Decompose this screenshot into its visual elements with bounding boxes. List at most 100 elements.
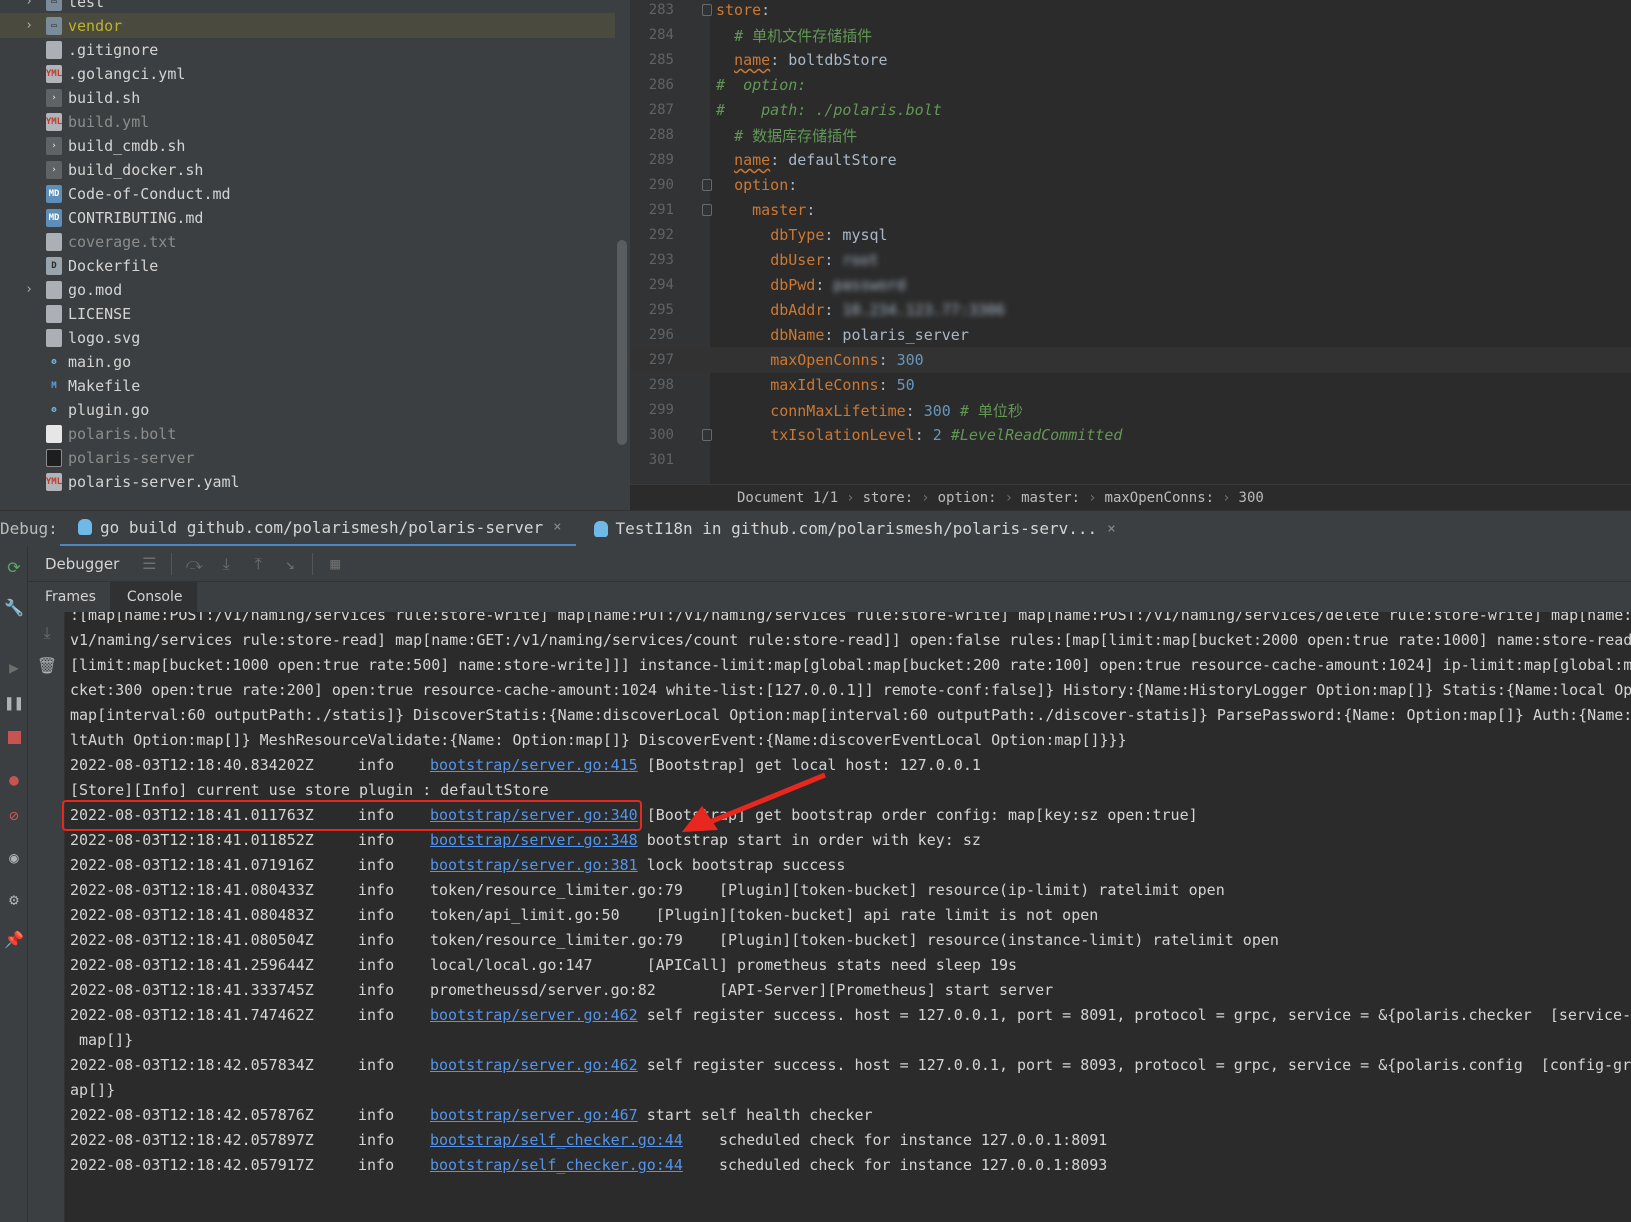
console-output[interactable]: :[map[name:POST:/v1/naming/services rule… (65, 612, 1631, 1222)
chevron-right-icon[interactable]: › (22, 18, 36, 33)
code-line[interactable]: 287 # path: ./polaris.bolt (630, 97, 1631, 123)
code-text: dbType: mysql (770, 226, 888, 244)
tree-item[interactable]: MD Code-of-Conduct.md (0, 181, 615, 206)
source-link[interactable]: bootstrap/server.go:467 (430, 1106, 638, 1124)
source-link[interactable]: bootstrap/server.go:415 (430, 756, 638, 774)
scroll-to-end-icon[interactable]: ⤓ (36, 622, 58, 644)
console-line: [limit:map[bucket:1000 open:true rate:50… (70, 652, 1631, 678)
tree-item[interactable]: YML polaris-server.yaml (0, 469, 615, 494)
debug-session-tab[interactable]: go build github.com/polarismesh/polaris-… (60, 511, 576, 547)
code-line[interactable]: 283 store: (630, 0, 1631, 23)
code-line[interactable]: 288 # 数据库存储插件 (630, 122, 1631, 148)
code-line[interactable]: 298 maxIdleConns: 50 (630, 372, 1631, 398)
stop-icon[interactable] (3, 726, 25, 748)
console-text: [Store][Info] current use store plugin :… (70, 781, 549, 799)
log-source: token/api_limit.go:50 (430, 906, 620, 924)
code-line[interactable]: 301 (630, 447, 1631, 473)
tree-item[interactable]: › ▭ test (0, 0, 615, 14)
console-text: ap[]} (70, 1081, 116, 1099)
tree-item[interactable]: M Makefile (0, 373, 615, 398)
code-line[interactable]: 284 # 单机文件存储插件 (630, 22, 1631, 48)
code-line[interactable]: 292 dbType: mysql (630, 222, 1631, 248)
tree-scrollbar[interactable] (617, 240, 627, 445)
tree-item[interactable]: LICENSE (0, 301, 615, 326)
text-file-icon (46, 280, 62, 299)
pause-icon[interactable]: ❚❚ (3, 691, 25, 713)
fold-marker-icon[interactable] (702, 429, 712, 441)
rerun-icon[interactable]: ⟳ (3, 556, 25, 578)
code-line[interactable]: 297 maxOpenConns: 300 (630, 347, 1631, 373)
tree-item[interactable]: polaris-server (0, 445, 615, 470)
settings-wrench-icon[interactable]: 🔧 (3, 596, 25, 618)
source-link[interactable]: bootstrap/server.go:462 (430, 1056, 638, 1074)
pin-icon[interactable]: 📌 (3, 928, 25, 950)
tree-item[interactable]: .gitignore (0, 37, 615, 62)
source-link[interactable]: bootstrap/server.go:381 (430, 856, 638, 874)
chevron-right-icon[interactable]: › (22, 282, 36, 297)
tree-item[interactable]: YML .golangci.yml (0, 61, 615, 86)
code-line[interactable]: 293 dbUser: root (630, 247, 1631, 273)
chevron-right-icon[interactable]: › (22, 0, 36, 9)
breadcrumb-item[interactable]: master: (1021, 490, 1080, 506)
source-link[interactable]: bootstrap/self_checker.go:44 (430, 1131, 683, 1149)
tree-item[interactable]: D Dockerfile (0, 253, 615, 278)
text-file-icon (46, 328, 62, 347)
breadcrumb-item[interactable]: store: (863, 490, 914, 506)
tree-item[interactable]: › go.mod (0, 277, 615, 302)
tree-item-label: go.mod (68, 280, 123, 299)
gear-icon[interactable]: ⚙ (3, 888, 25, 910)
tree-item[interactable]: logo.svg (0, 325, 615, 350)
camera-icon[interactable]: ◉ (3, 846, 25, 868)
view-breakpoints-icon[interactable]: ● (3, 768, 25, 790)
tree-item[interactable]: coverage.txt (0, 229, 615, 254)
tree-item[interactable]: YML build.yml (0, 109, 615, 134)
run-to-cursor-icon[interactable]: ↘ (277, 551, 303, 577)
console-line: 2022-08-03T12:18:41.333745Z info prometheu… (70, 977, 1053, 1003)
fold-marker-icon[interactable] (702, 179, 712, 191)
breadcrumb-item[interactable]: maxOpenConns: (1105, 490, 1215, 506)
menu-icon[interactable]: ☰ (136, 551, 162, 577)
source-link[interactable]: bootstrap/server.go:348 (430, 831, 638, 849)
tree-item[interactable]: ʘ plugin.go (0, 397, 615, 422)
step-out-icon[interactable]: ⤒ (245, 551, 271, 577)
code-line[interactable]: 286 # option: (630, 72, 1631, 98)
log-message: scheduled check for instance 127.0.0.1:8… (682, 1131, 1108, 1149)
source-link[interactable]: bootstrap/self_checker.go:44 (430, 1156, 683, 1174)
step-into-icon[interactable]: ⤓ (213, 551, 239, 577)
evaluate-table-icon[interactable]: ▦ (322, 551, 348, 577)
code-line[interactable]: 295 dbAddr: 10.234.123.77:3306 (630, 297, 1631, 323)
code-line[interactable]: 289 name: defaultStore (630, 147, 1631, 173)
breadcrumb-item[interactable]: 300 (1239, 490, 1264, 506)
code-line[interactable]: 294 dbPwd: password (630, 272, 1631, 298)
code-editor[interactable]: 283 store: 284 # 单机文件存储插件 285 name: boltdbS… (630, 0, 1631, 510)
trash-icon[interactable]: 🗑 (36, 654, 58, 676)
source-link[interactable]: bootstrap/server.go:462 (430, 1006, 638, 1024)
step-over-icon[interactable]: ⤼ (181, 551, 207, 577)
code-text: maxOpenConns: 300 (770, 351, 924, 369)
debug-session-tab[interactable]: TestI18n in github.com/polarismesh/polar… (576, 511, 1130, 547)
tab-console[interactable]: Console (109, 582, 197, 612)
breadcrumb-item[interactable]: option: (938, 490, 997, 506)
code-line[interactable]: 296 dbName: polaris_server (630, 322, 1631, 348)
code-line[interactable]: 300 txIsolationLevel: 2 #LevelReadCommit… (630, 422, 1631, 448)
code-line[interactable]: 299 connMaxLifetime: 300 # 单位秒 (630, 397, 1631, 423)
tree-item[interactable]: › build_cmdb.sh (0, 133, 615, 158)
fold-marker-icon[interactable] (702, 4, 712, 16)
tree-item[interactable]: ʘ main.go (0, 349, 615, 374)
tab-frames[interactable]: Frames (28, 582, 110, 612)
tree-item[interactable]: polaris.bolt (0, 421, 615, 446)
yml-file-icon: YML (46, 112, 62, 131)
resume-icon[interactable]: ▶ (3, 656, 25, 678)
log-timestamp: 2022-08-03T12:18:42.057897Z (70, 1131, 314, 1149)
tree-item[interactable]: › build.sh (0, 85, 615, 110)
fold-marker-icon[interactable] (702, 204, 712, 216)
close-icon[interactable]: × (553, 519, 561, 535)
close-icon[interactable]: × (1107, 521, 1115, 537)
code-line[interactable]: 290 option: (630, 172, 1631, 198)
tree-item[interactable]: MD CONTRIBUTING.md (0, 205, 615, 230)
tree-item[interactable]: › build_docker.sh (0, 157, 615, 182)
code-line[interactable]: 285 name: boltdbStore (630, 47, 1631, 73)
tree-item[interactable]: › ▭ vendor (0, 13, 615, 38)
code-line[interactable]: 291 master: (630, 197, 1631, 223)
mute-breakpoints-icon[interactable]: ⊘ (3, 804, 25, 826)
